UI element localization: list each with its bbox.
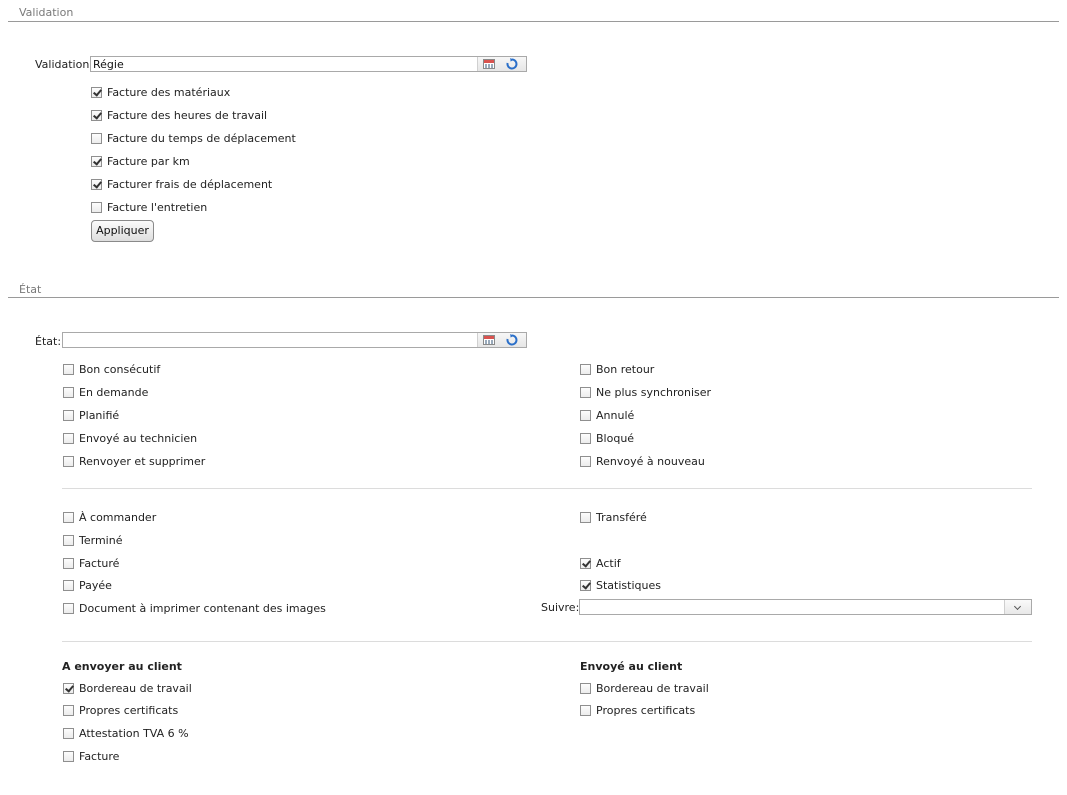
checkbox-planifie[interactable] xyxy=(63,410,74,421)
section-divider xyxy=(8,297,1059,298)
validation-checkbox-label-0: Facture des matériaux xyxy=(107,86,231,99)
checkbox-label: Actif xyxy=(596,557,621,570)
checkbox-statistiques[interactable] xyxy=(580,580,591,591)
checkbox-label: Propres certificats xyxy=(79,704,179,717)
group-divider xyxy=(62,488,1032,489)
checkbox-annule[interactable] xyxy=(580,410,591,421)
checkbox-label: Document à imprimer contenant des images xyxy=(79,602,326,615)
checkbox-send-certificats[interactable] xyxy=(63,705,74,716)
validation-checkbox-0[interactable] xyxy=(91,87,102,98)
etat-field[interactable] xyxy=(62,332,527,348)
checkbox-label: En demande xyxy=(79,386,149,399)
group-divider xyxy=(62,641,1032,642)
checkbox-payee[interactable] xyxy=(63,580,74,591)
checkbox-label: Bordereau de travail xyxy=(79,682,192,695)
checkbox-label: Envoyé au technicien xyxy=(79,432,198,445)
checkbox-bon-retour[interactable] xyxy=(580,364,591,375)
validation-checkbox-3[interactable] xyxy=(91,156,102,167)
checkbox-facture[interactable] xyxy=(63,558,74,569)
checkbox-label: Bon consécutif xyxy=(79,363,161,376)
checkbox-renvoye-nouveau[interactable] xyxy=(580,456,591,467)
checkbox-label: À commander xyxy=(79,511,157,524)
validation-field-value: Régie xyxy=(93,58,124,71)
etat-field-buttons xyxy=(477,333,526,347)
checkbox-label: Payée xyxy=(79,579,112,592)
calendar-icon[interactable] xyxy=(483,59,495,69)
checkbox-label: Annulé xyxy=(596,409,635,422)
validation-checkbox-1[interactable] xyxy=(91,110,102,121)
validation-field-label: Validation: xyxy=(35,58,94,71)
checkbox-document-images[interactable] xyxy=(63,603,74,614)
checkbox-label: Renvoyé à nouveau xyxy=(596,455,705,468)
validation-checkbox-label-3: Facture par km xyxy=(107,155,190,168)
checkbox-bloque[interactable] xyxy=(580,433,591,444)
validation-checkbox-label-2: Facture du temps de déplacement xyxy=(107,132,296,145)
checkbox-send-bordereau[interactable] xyxy=(63,683,74,694)
checkbox-label: Terminé xyxy=(79,534,123,547)
checkbox-send-attestation[interactable] xyxy=(63,728,74,739)
calendar-icon[interactable] xyxy=(483,335,495,345)
apply-button[interactable]: Appliquer xyxy=(91,220,154,242)
checkbox-label: Attestation TVA 6 % xyxy=(79,727,189,740)
refresh-icon[interactable] xyxy=(506,58,518,70)
checkbox-label: Renvoyer et supprimer xyxy=(79,455,206,468)
etat-field-label: État: xyxy=(35,335,62,348)
checkbox-sent-bordereau[interactable] xyxy=(580,683,591,694)
validation-field-buttons xyxy=(477,57,526,71)
section-title-validation: Validation xyxy=(19,6,74,19)
checkbox-en-demande[interactable] xyxy=(63,387,74,398)
checkbox-label: Transféré xyxy=(596,511,647,524)
follow-select[interactable] xyxy=(579,599,1032,615)
validation-checkbox-label-5: Facture l'entretien xyxy=(107,201,208,214)
chevron-down-icon[interactable] xyxy=(1004,600,1031,614)
checkbox-bon-consecutif[interactable] xyxy=(63,364,74,375)
follow-label: Suivre: xyxy=(541,601,580,614)
section-title-etat: État xyxy=(19,283,42,296)
checkbox-label: Ne plus synchroniser xyxy=(596,386,712,399)
checkbox-label: Bordereau de travail xyxy=(596,682,709,695)
checkbox-label: Bloqué xyxy=(596,432,635,445)
checkbox-label: Planifié xyxy=(79,409,120,422)
validation-field[interactable]: Régie xyxy=(90,56,527,72)
send-left-title: A envoyer au client xyxy=(62,660,182,673)
checkbox-label: Propres certificats xyxy=(596,704,696,717)
checkbox-ne-plus-synchroniser[interactable] xyxy=(580,387,591,398)
section-divider xyxy=(8,21,1059,22)
checkbox-label: Facturé xyxy=(79,557,120,570)
checkbox-label: Statistiques xyxy=(596,579,661,592)
checkbox-label: Facture xyxy=(79,750,120,763)
validation-checkbox-label-4: Facturer frais de déplacement xyxy=(107,178,273,191)
checkbox-label: Bon retour xyxy=(596,363,655,376)
checkbox-send-facture[interactable] xyxy=(63,751,74,762)
send-right-title: Envoyé au client xyxy=(580,660,683,673)
checkbox-termine[interactable] xyxy=(63,535,74,546)
validation-checkbox-5[interactable] xyxy=(91,202,102,213)
checkbox-actif[interactable] xyxy=(580,558,591,569)
checkbox-transfere[interactable] xyxy=(580,512,591,523)
checkbox-a-commander[interactable] xyxy=(63,512,74,523)
validation-checkbox-4[interactable] xyxy=(91,179,102,190)
checkbox-renvoyer-supprimer[interactable] xyxy=(63,456,74,467)
validation-checkbox-label-1: Facture des heures de travail xyxy=(107,109,268,122)
checkbox-sent-certificats[interactable] xyxy=(580,705,591,716)
refresh-icon[interactable] xyxy=(506,334,518,346)
checkbox-envoye-technicien[interactable] xyxy=(63,433,74,444)
validation-checkbox-2[interactable] xyxy=(91,133,102,144)
